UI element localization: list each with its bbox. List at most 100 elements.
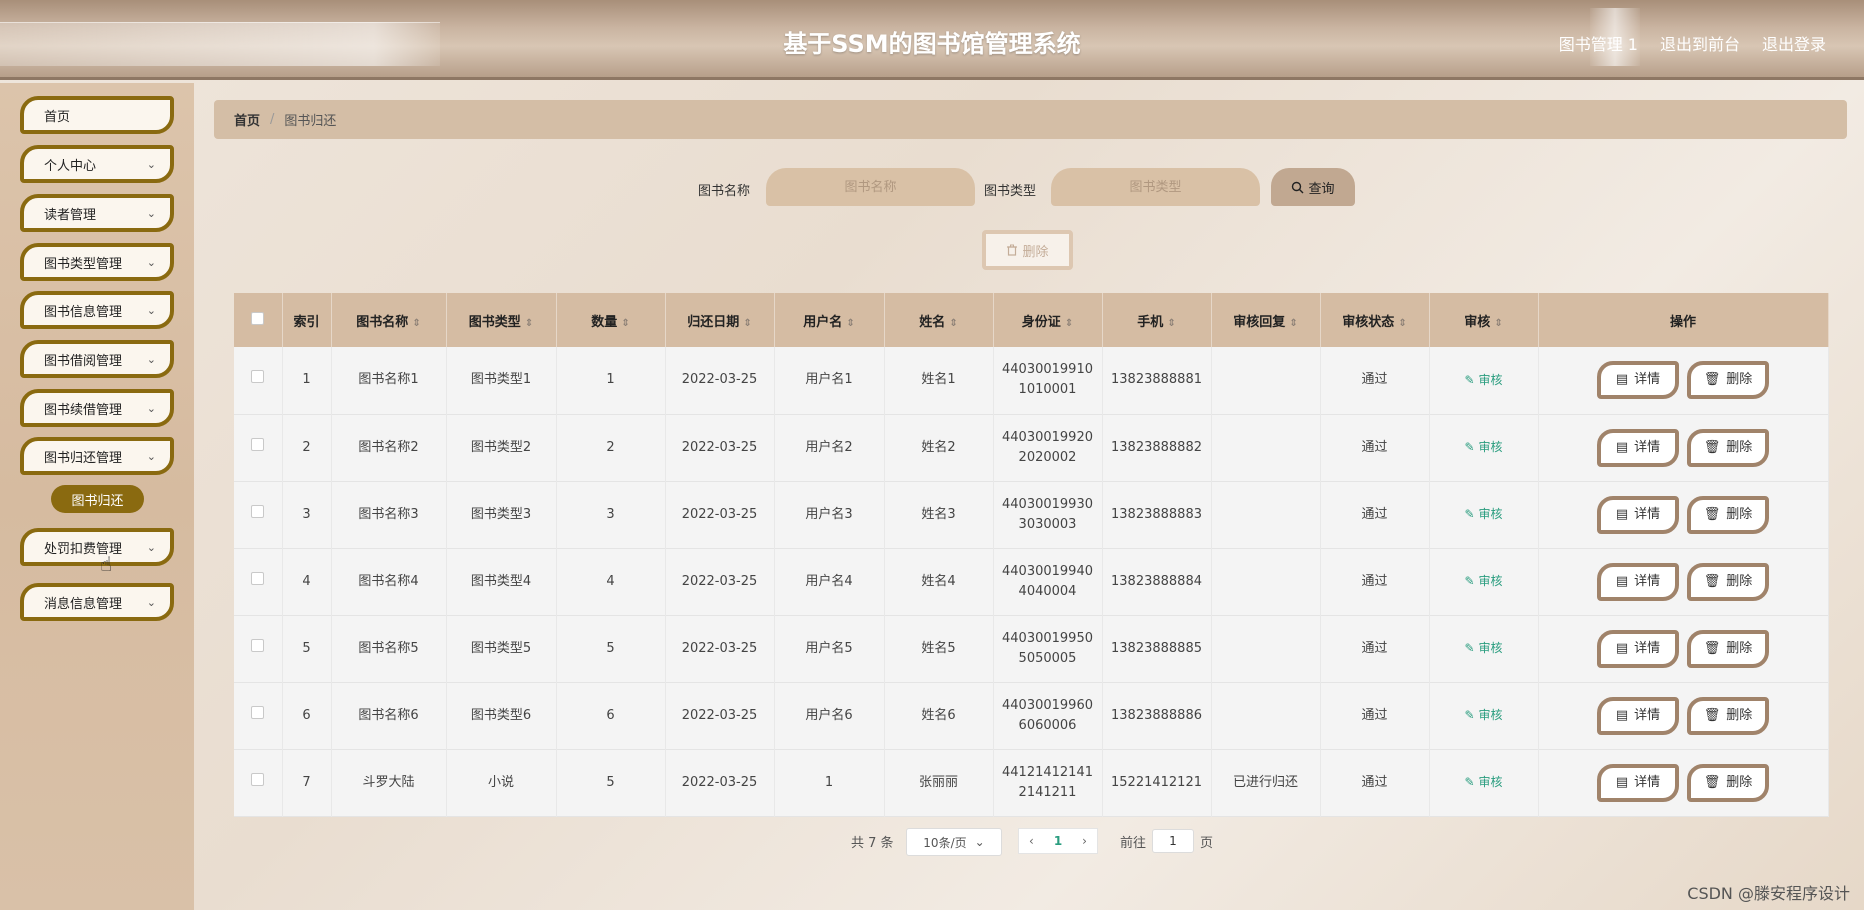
sort-icon[interactable]: ⇕	[1065, 318, 1073, 329]
audit-link[interactable]: ✎ 审核	[1465, 775, 1503, 789]
book-name-input[interactable]	[766, 168, 975, 206]
cell-id-card: 44030019960 6060006	[993, 682, 1103, 749]
detail-button[interactable]: ▤ 详情	[1597, 763, 1679, 802]
cell-book-name: 图书名称6	[331, 682, 447, 749]
audit-link[interactable]: ✎ 审核	[1465, 641, 1503, 655]
sort-icon[interactable]: ⇕	[412, 318, 420, 329]
sidebar-item-message-management[interactable]: 消息信息管理 ⌄	[20, 583, 174, 621]
back-to-frontend-link[interactable]: 退出到前台	[1660, 31, 1740, 55]
cell-index: 3	[282, 481, 332, 548]
detail-button[interactable]: ▤ 详情	[1597, 562, 1679, 601]
query-button[interactable]: 查询	[1271, 168, 1355, 206]
detail-button[interactable]: ▤ 详情	[1597, 361, 1679, 400]
sidebar-item-return-management[interactable]: 图书归还管理 ⌄	[20, 437, 174, 475]
sort-icon[interactable]: ⇕	[846, 318, 854, 329]
cell-index: 1	[282, 347, 332, 414]
header-book-name[interactable]: 图书名称 ⇕	[331, 293, 447, 347]
delete-button[interactable]: 🗑 删除	[1687, 495, 1769, 534]
sort-icon[interactable]: ⇕	[743, 318, 751, 329]
sidebar-item-book-info-management[interactable]: 图书信息管理 ⌄	[20, 291, 174, 329]
header-status[interactable]: 审核状态 ⇕	[1320, 293, 1430, 347]
sort-icon[interactable]: ⇕	[949, 318, 957, 329]
detail-button[interactable]: ▤ 详情	[1597, 629, 1679, 668]
table-body: 1 图书名称1 图书类型1 1 2022-03-25 用户名1 姓名1 44030019910…	[234, 347, 1829, 816]
cell-qty: 5	[556, 749, 666, 816]
sort-icon[interactable]: ⇕	[621, 318, 629, 329]
select-all-checkbox[interactable]	[251, 311, 265, 325]
header-id-card[interactable]: 身份证 ⇕	[993, 293, 1103, 347]
header-qty[interactable]: 数量 ⇕	[556, 293, 666, 347]
delete-button[interactable]: 🗑 删除	[1687, 428, 1769, 467]
sidebar-subitem-book-return[interactable]: 图书归还	[51, 485, 144, 513]
chevron-down-icon: ⌄	[146, 352, 156, 366]
sort-icon[interactable]: ⇕	[1398, 318, 1406, 329]
prev-page-icon[interactable]: ‹	[1029, 834, 1034, 848]
audit-link[interactable]: ✎ 审核	[1465, 373, 1503, 387]
row-checkbox[interactable]	[251, 437, 265, 451]
table-header-row: 索引 图书名称 ⇕ 图书类型 ⇕ 数量 ⇕ 归还日期 ⇕ 用户名 ⇕ 姓名 ⇕ 身份证 ⇕ 手…	[234, 293, 1829, 347]
header-reply[interactable]: 审核回复 ⇕	[1211, 293, 1321, 347]
delete-button[interactable]: 🗑 删除	[1687, 562, 1769, 601]
audit-link[interactable]: ✎ 审核	[1465, 708, 1503, 722]
delete-button[interactable]: 🗑 删除	[1687, 696, 1769, 735]
sidebar-item-renew-management[interactable]: 图书续借管理 ⌄	[20, 389, 174, 427]
header-phone[interactable]: 手机 ⇕	[1102, 293, 1212, 347]
delete-button[interactable]: 🗑 删除	[1687, 361, 1769, 400]
audit-link[interactable]: ✎ 审核	[1465, 440, 1503, 454]
cell-book-type: 图书类型1	[446, 347, 557, 414]
header-index: 索引	[282, 293, 332, 347]
row-select-cell	[234, 749, 283, 816]
breadcrumb-home[interactable]: 首页	[234, 110, 260, 129]
header-book-type[interactable]: 图书类型 ⇕	[446, 293, 557, 347]
sidebar-item-label: 图书续借管理	[44, 402, 123, 418]
goto-page-input[interactable]	[1152, 829, 1194, 853]
header-return-date[interactable]: 归还日期 ⇕	[665, 293, 775, 347]
cell-id-card: 44030019950 5050005	[993, 615, 1103, 682]
row-checkbox[interactable]	[251, 370, 265, 384]
row-checkbox[interactable]	[251, 705, 265, 719]
sidebar-item-label: 首页	[44, 109, 71, 125]
sort-icon[interactable]: ⇕	[1494, 318, 1502, 329]
delete-button[interactable]: 🗑 删除	[1687, 763, 1769, 802]
audit-link[interactable]: ✎ 审核	[1465, 507, 1503, 521]
book-type-input[interactable]	[1051, 168, 1260, 206]
audit-label: 审核	[1478, 372, 1503, 387]
sidebar-item-book-type-management[interactable]: 图书类型管理 ⌄	[20, 243, 174, 281]
detail-button[interactable]: ▤ 详情	[1597, 428, 1679, 467]
user-menu-link[interactable]: 图书管理 1	[1559, 31, 1638, 55]
sidebar-item-home[interactable]: 首页	[20, 96, 174, 134]
row-checkbox[interactable]	[251, 504, 265, 518]
sidebar-item-borrow-management[interactable]: 图书借阅管理 ⌄	[20, 340, 174, 378]
cell-index: 7	[282, 749, 332, 816]
page-size-select[interactable]: 10条/页 ⌄	[906, 828, 1002, 856]
sort-icon[interactable]: ⇕	[1289, 318, 1297, 329]
cell-book-type: 小说	[446, 749, 557, 816]
sidebar-item-penalty-management[interactable]: 处罚扣费管理 ⌄	[20, 528, 174, 566]
audit-link[interactable]: ✎ 审核	[1465, 574, 1503, 588]
delete-button[interactable]: 🗑 删除	[1687, 629, 1769, 668]
row-checkbox[interactable]	[251, 772, 265, 786]
trash-icon: 🗑	[1703, 640, 1721, 656]
batch-delete-button[interactable]: 删除	[982, 230, 1073, 270]
trash-icon: 🗑	[1703, 707, 1721, 723]
header-links: 图书管理 1 退出到前台 退出登录	[1559, 31, 1826, 55]
header-audit[interactable]: 审核 ⇕	[1429, 293, 1539, 347]
detail-button[interactable]: ▤ 详情	[1597, 696, 1679, 735]
row-checkbox[interactable]	[251, 571, 265, 585]
current-page[interactable]: 1	[1054, 834, 1062, 848]
header-username[interactable]: 用户名 ⇕	[774, 293, 885, 347]
next-page-icon[interactable]: ›	[1082, 834, 1087, 848]
sidebar-item-personal-center[interactable]: 个人中心 ⌄	[20, 145, 174, 183]
cell-status: 通过	[1320, 548, 1430, 615]
row-checkbox[interactable]	[251, 638, 265, 652]
sort-icon[interactable]: ⇕	[1167, 318, 1175, 329]
detail-button[interactable]: ▤ 详情	[1597, 495, 1679, 534]
logout-link[interactable]: 退出登录	[1762, 31, 1826, 55]
sort-icon[interactable]: ⇕	[525, 318, 533, 329]
header-select-all[interactable]	[234, 293, 283, 347]
cell-name: 姓名6	[884, 682, 994, 749]
header-name[interactable]: 姓名 ⇕	[884, 293, 994, 347]
table-row: 2 图书名称2 图书类型2 2 2022-03-25 用户名2 姓名2 44030019920…	[234, 414, 1829, 481]
cell-phone: 13823888884	[1102, 548, 1212, 615]
sidebar-item-reader-management[interactable]: 读者管理 ⌄	[20, 194, 174, 232]
